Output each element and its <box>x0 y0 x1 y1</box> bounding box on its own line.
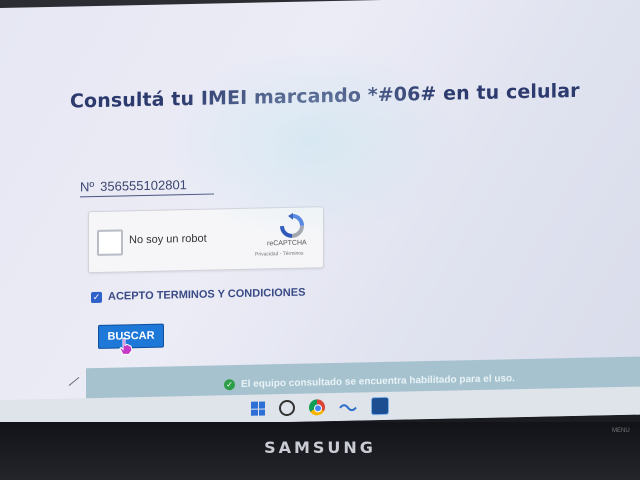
status-text: El equipo consultado se encuentra habili… <box>241 372 515 390</box>
imei-input[interactable]: Nº 356555102801 <box>80 173 214 198</box>
chrome-icon[interactable] <box>309 399 325 416</box>
search-icon[interactable] <box>279 399 295 417</box>
monitor-menu-button[interactable]: MENU <box>612 428 630 434</box>
captcha-label: No soy un robot <box>129 232 207 247</box>
imei-value: 356555102801 <box>100 176 187 194</box>
app-icon[interactable] <box>339 402 357 412</box>
windows-icon[interactable] <box>251 401 265 416</box>
recaptcha-widget: No soy un robot reCAPTCHA Privacidad - T… <box>88 206 324 274</box>
app-icon[interactable] <box>371 396 389 416</box>
captcha-brand: reCAPTCHA <box>267 239 307 248</box>
monitor-brand-logo: SAMSUNG <box>264 438 376 457</box>
screen: Consultá tu IMEI marcando *#06# en tu ce… <box>0 0 640 429</box>
pen-mark-icon <box>68 376 80 386</box>
imei-prefix: Nº <box>80 178 95 194</box>
hand-cursor-icon <box>119 337 133 355</box>
captcha-checkbox[interactable] <box>97 229 123 256</box>
check-icon: ✓ <box>224 378 235 390</box>
terms-label: ACEPTO TERMINOS Y CONDICIONES <box>108 286 306 303</box>
terms-row[interactable]: ✓ ACEPTO TERMINOS Y CONDICIONES <box>91 287 305 303</box>
terms-checkbox[interactable]: ✓ <box>91 291 102 303</box>
page-title: Consultá tu IMEI marcando *#06# en tu ce… <box>70 79 580 113</box>
recaptcha-icon <box>280 212 304 238</box>
captcha-links[interactable]: Privacidad - Términos <box>255 251 304 258</box>
